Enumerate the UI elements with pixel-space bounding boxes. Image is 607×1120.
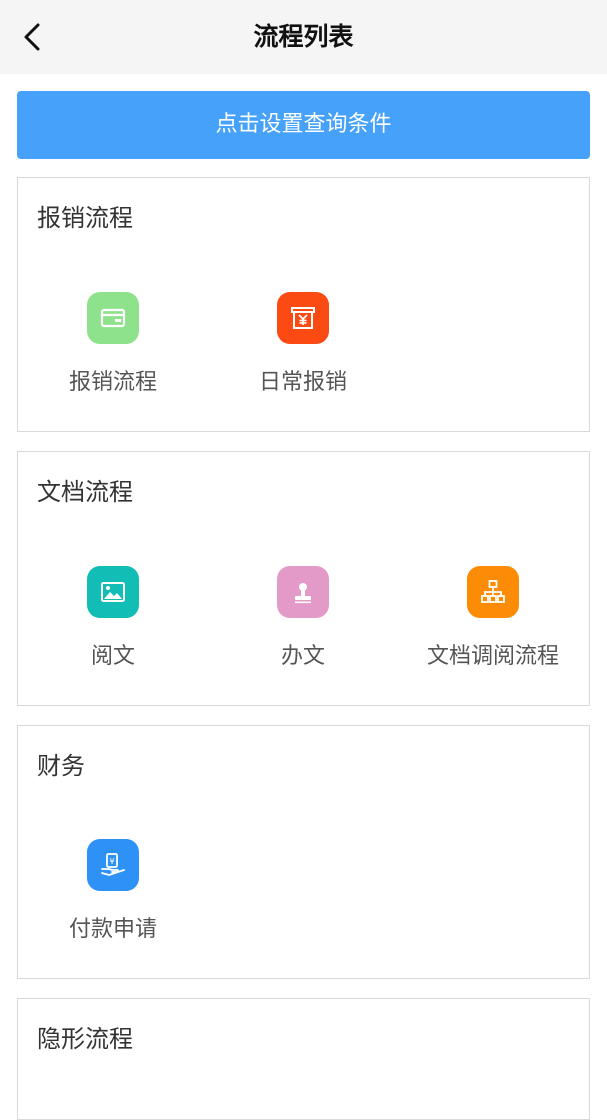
item-label: 日常报销 (258, 370, 347, 395)
section-reimbursement: 报销流程 报销流程 日常报销 (17, 177, 590, 432)
svg-text:¥: ¥ (109, 857, 114, 866)
item-label: 办文 (280, 644, 325, 669)
card-icon (87, 292, 139, 344)
yen-receipt-icon (277, 292, 329, 344)
section-title: 财务 (37, 752, 85, 780)
item-label: 文档调阅流程 (426, 644, 559, 669)
section-documents: 文档流程 阅文 办文 文档调阅流程 (17, 451, 590, 706)
flow-item-reimbursement[interactable]: 报销流程 (18, 292, 208, 412)
hand-payment-icon: ¥ (87, 839, 139, 891)
item-label: 付款申请 (68, 917, 157, 942)
flow-item-payment-request[interactable]: ¥ 付款申请 (18, 839, 208, 959)
section-hidden-flows: 隐形流程 (17, 998, 590, 1120)
section-finance: 财务 ¥ 付款申请 (17, 725, 590, 979)
org-chart-icon (467, 566, 519, 618)
query-conditions-button[interactable]: 点击设置查询条件 (17, 91, 590, 159)
stamp-icon (277, 566, 329, 618)
flow-item-daily-reimbursement[interactable]: 日常报销 (208, 292, 398, 412)
flow-item-document-access[interactable]: 文档调阅流程 (398, 566, 588, 686)
section-title: 隐形流程 (37, 1025, 133, 1053)
item-label: 报销流程 (68, 370, 157, 395)
item-label: 阅文 (90, 644, 135, 669)
section-title: 报销流程 (37, 204, 133, 232)
page-title: 流程列表 (253, 22, 354, 51)
flow-item-handle-document[interactable]: 办文 (208, 566, 398, 686)
image-icon (87, 566, 139, 618)
section-title: 文档流程 (37, 478, 133, 506)
header-bar: 流程列表 (0, 0, 607, 74)
flow-item-read-document[interactable]: 阅文 (18, 566, 208, 686)
